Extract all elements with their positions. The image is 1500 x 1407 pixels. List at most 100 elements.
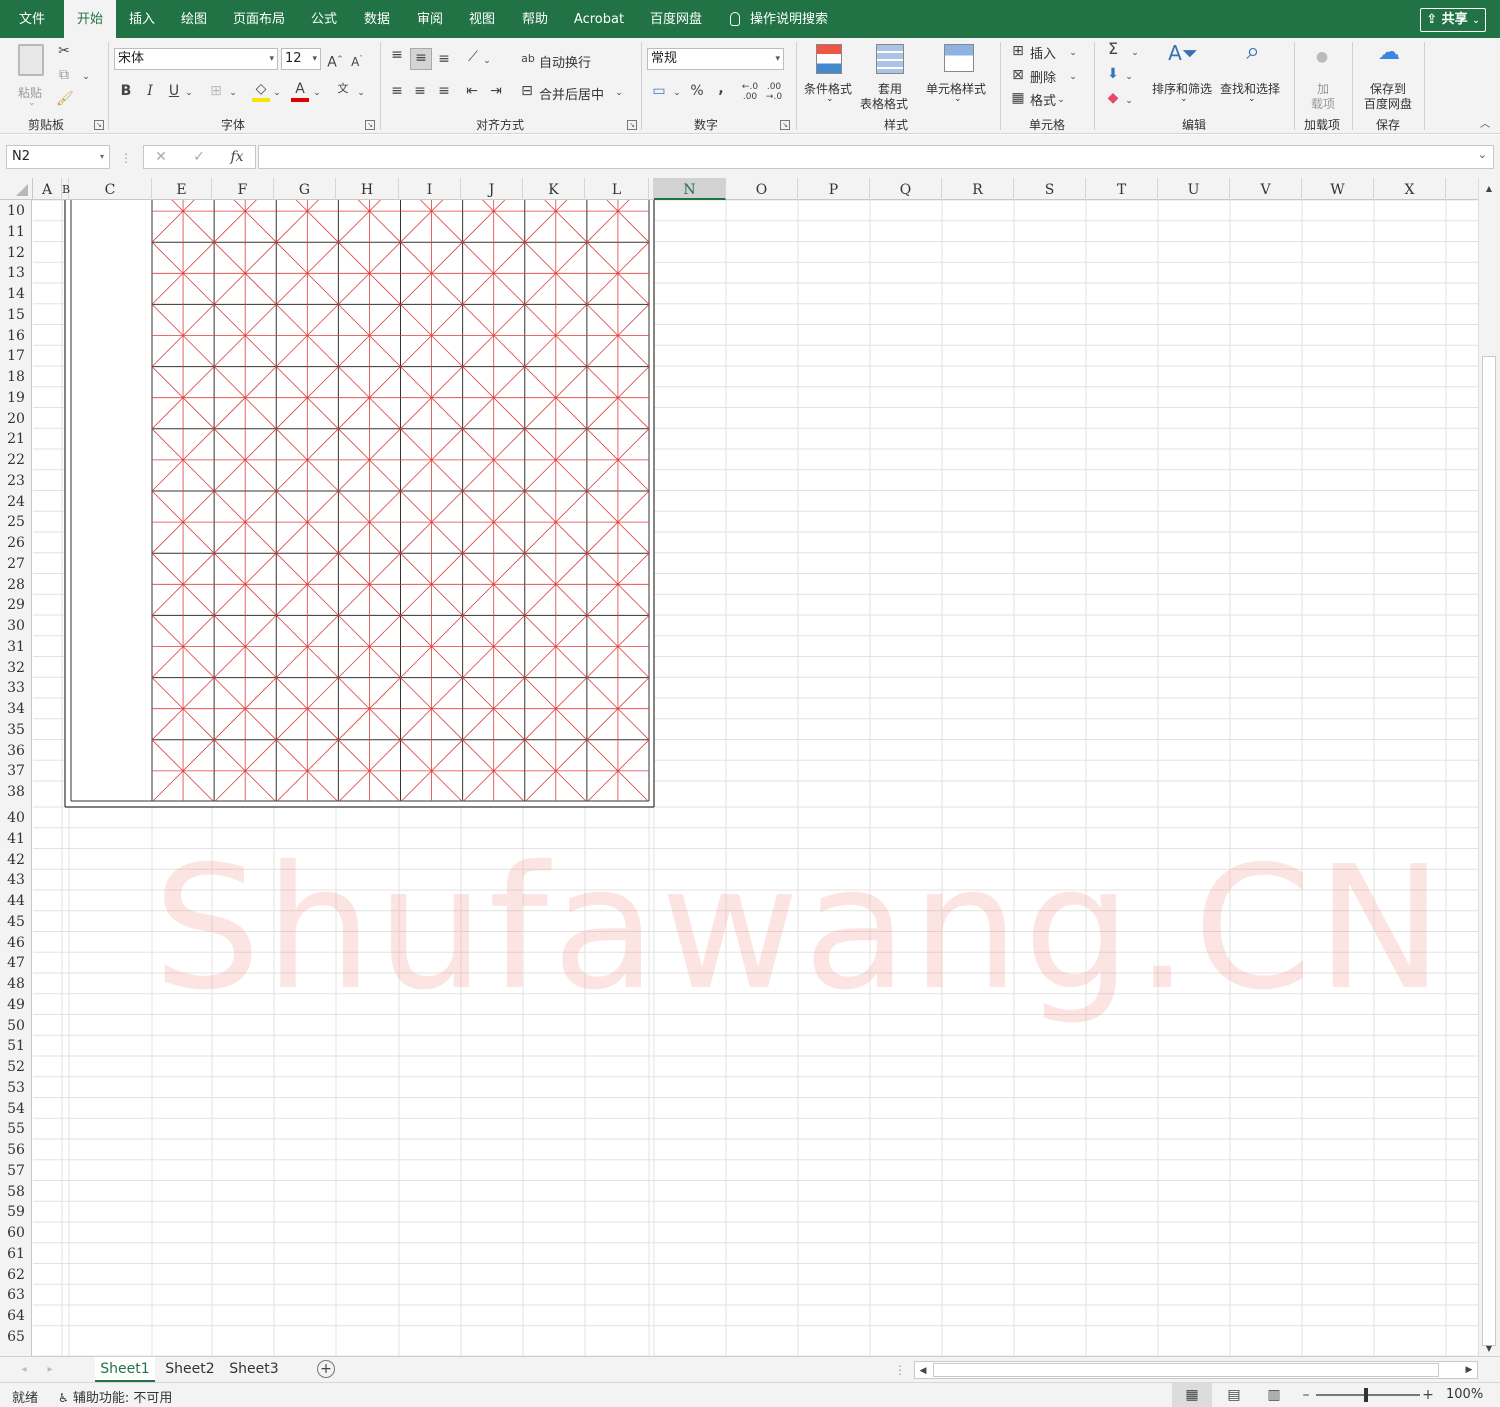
merge-center-button[interactable]: 合并后居中 [539, 84, 604, 103]
row-header-57[interactable]: 57 [0, 1160, 31, 1181]
row-header-61[interactable]: 61 [0, 1243, 31, 1264]
font-name-select[interactable]: 宋体 ▾ [114, 48, 278, 70]
font-color-icon[interactable]: A [291, 80, 309, 102]
chevron-down-icon[interactable]: ⌄ [1478, 148, 1487, 161]
tab-file[interactable]: 文件 [8, 0, 56, 38]
shrink-font-icon[interactable]: Aˇ [349, 50, 365, 71]
zoom-slider[interactable] [1316, 1388, 1420, 1402]
zoom-level[interactable]: 100% [1446, 1387, 1483, 1402]
row-header-53[interactable]: 53 [0, 1077, 31, 1098]
addins-button[interactable]: ● 加 载项 [1302, 42, 1344, 112]
tab-draw[interactable]: 绘图 [174, 0, 214, 38]
row-header-18[interactable]: 18 [0, 366, 31, 387]
row-header-33[interactable]: 33 [0, 677, 31, 698]
row-header-29[interactable]: 29 [0, 594, 31, 615]
align-center-icon[interactable]: ≡ [412, 82, 428, 100]
share-button[interactable]: ⇪ 共享 ⌄ [1420, 8, 1486, 32]
row-header-63[interactable]: 63 [0, 1284, 31, 1305]
scroll-thumb[interactable] [933, 1363, 1439, 1377]
select-all-corner[interactable] [0, 178, 33, 200]
row-header-12[interactable]: 12 [0, 242, 31, 263]
column-header-x[interactable]: X [1374, 178, 1446, 200]
row-header-21[interactable]: 21 [0, 428, 31, 449]
sheet-tab-sheet2[interactable]: Sheet2 [160, 1357, 220, 1382]
save-to-baidu-button[interactable]: ☁ 保存到 百度网盘 [1360, 42, 1418, 112]
row-header-23[interactable]: 23 [0, 470, 31, 491]
wrap-text-icon[interactable]: ab [520, 50, 536, 68]
chevron-down-icon[interactable]: ⌄ [184, 84, 194, 102]
vertical-scrollbar[interactable]: ▲ ▼ [1478, 178, 1500, 1356]
fill-color-icon[interactable]: ◇ [252, 80, 270, 102]
row-header-65[interactable]: 65 [0, 1326, 31, 1347]
conditional-formatting-button[interactable]: 条件格式 ⌄ [802, 42, 858, 112]
row-header-20[interactable]: 20 [0, 408, 31, 429]
page-break-view-icon[interactable]: ▥ [1266, 1386, 1282, 1404]
row-header-42[interactable]: 42 [0, 849, 31, 870]
horizontal-scrollbar[interactable]: ◀ [914, 1361, 1478, 1379]
accessibility-status[interactable]: ♿ 辅助功能: 不可用 [58, 1387, 172, 1406]
borders-icon[interactable]: ⊞ [207, 82, 225, 100]
tab-view[interactable]: 视图 [462, 0, 502, 38]
row-header-30[interactable]: 30 [0, 615, 31, 636]
insert-cells-button[interactable]: 插入 [1030, 43, 1056, 62]
row-header-35[interactable]: 35 [0, 719, 31, 740]
column-header-c[interactable]: C [69, 178, 152, 200]
column-header-b[interactable]: B [62, 178, 70, 200]
row-header-13[interactable]: 13 [0, 262, 31, 283]
chevron-down-icon[interactable]: ⌄ [1124, 92, 1134, 110]
row-header-16[interactable]: 16 [0, 325, 31, 346]
clear-icon[interactable]: ◆ [1104, 89, 1122, 107]
orientation-icon[interactable]: ⟋ [464, 48, 482, 66]
delete-cells-icon[interactable]: ⊠ [1010, 66, 1026, 84]
row-header-62[interactable]: 62 [0, 1264, 31, 1285]
chevron-down-icon[interactable]: ⌄ [614, 84, 624, 102]
zoom-out-icon[interactable]: – [1300, 1386, 1312, 1404]
column-header-n[interactable]: N [654, 178, 726, 200]
tab-review[interactable]: 审阅 [410, 0, 450, 38]
column-header-u[interactable]: U [1158, 178, 1230, 200]
formula-input[interactable]: ⌄ [258, 145, 1494, 169]
row-header-47[interactable]: 47 [0, 952, 31, 973]
row-header-17[interactable]: 17 [0, 345, 31, 366]
column-header-i[interactable]: I [399, 178, 461, 200]
row-header-60[interactable]: 60 [0, 1222, 31, 1243]
font-size-select[interactable]: 12 ▾ [281, 48, 321, 70]
row-header-43[interactable]: 43 [0, 869, 31, 890]
chevron-down-icon[interactable]: ⌄ [1068, 44, 1078, 62]
dialog-launcher-icon[interactable]: ↘ [365, 120, 375, 130]
zoom-in-icon[interactable]: + [1422, 1386, 1434, 1404]
fill-icon[interactable]: ⬇ [1104, 65, 1122, 83]
column-header-t[interactable]: T [1086, 178, 1158, 200]
column-header-o[interactable]: O [726, 178, 798, 200]
row-header-58[interactable]: 58 [0, 1181, 31, 1202]
sort-filter-button[interactable]: A⏷ 排序和筛选 ⌄ [1150, 42, 1216, 112]
sheet-tab-sheet3[interactable]: Sheet3 [224, 1357, 284, 1382]
row-header-44[interactable]: 44 [0, 890, 31, 911]
row-header-51[interactable]: 51 [0, 1035, 31, 1056]
comma-style-icon[interactable]: , [714, 80, 728, 98]
chevron-down-icon[interactable]: ⌄ [1124, 68, 1134, 86]
increase-decimal-icon[interactable]: ←.0.00 [740, 82, 760, 102]
row-header-26[interactable]: 26 [0, 532, 31, 553]
dialog-launcher-icon[interactable]: ↘ [627, 120, 637, 130]
drag-handle-icon[interactable]: ⋮ [894, 1361, 906, 1379]
italic-button[interactable]: I [142, 82, 158, 100]
tab-insert[interactable]: 插入 [122, 0, 162, 38]
prev-sheet-icon[interactable]: ◂ [18, 1361, 30, 1379]
tell-me-search[interactable]: 操作说明搜索 [730, 0, 828, 38]
row-header-49[interactable]: 49 [0, 994, 31, 1015]
row-header-22[interactable]: 22 [0, 449, 31, 470]
next-sheet-icon[interactable]: ▸ [44, 1361, 56, 1379]
merge-center-icon[interactable]: ⊟ [518, 82, 536, 100]
format-cells-icon[interactable]: ▦ [1010, 89, 1026, 107]
chevron-down-icon[interactable]: ⌄ [1068, 68, 1078, 86]
number-format-select[interactable]: 常规 ▾ [647, 48, 784, 70]
row-header-37[interactable]: 37 [0, 760, 31, 781]
collapse-ribbon-icon[interactable]: ︿ [1478, 116, 1492, 134]
scroll-right-icon[interactable]: ▶ [1463, 1361, 1475, 1379]
chevron-down-icon[interactable]: ⌄ [272, 84, 282, 102]
column-header-r[interactable]: R [942, 178, 1014, 200]
row-header-34[interactable]: 34 [0, 698, 31, 719]
tab-home[interactable]: 开始 [64, 0, 116, 38]
row-header-48[interactable]: 48 [0, 973, 31, 994]
